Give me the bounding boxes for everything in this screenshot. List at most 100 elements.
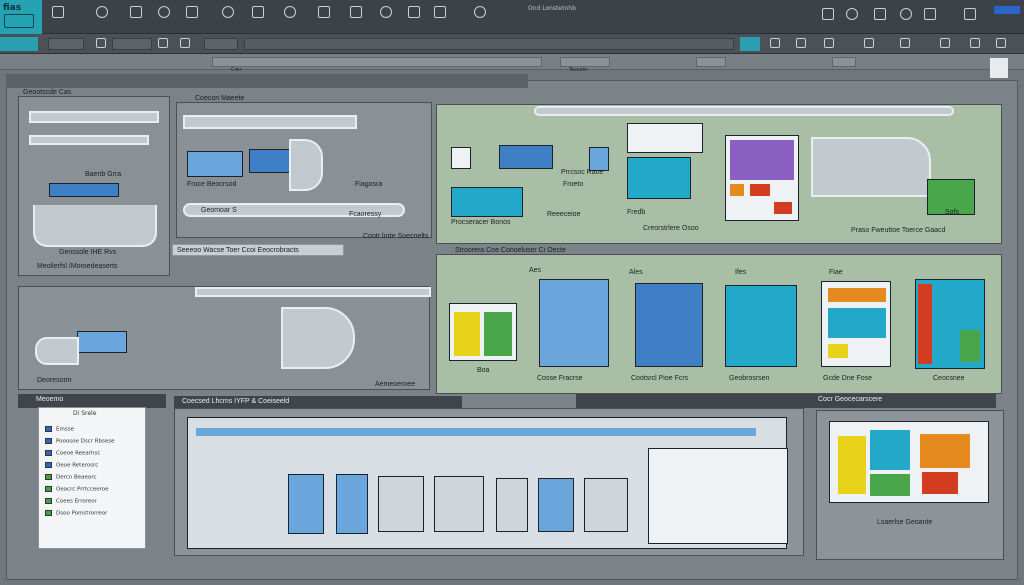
panel-floor-plan[interactable]	[174, 408, 804, 556]
panel-piping-layout[interactable]: Deoresorm Aemeoeroee	[18, 286, 431, 390]
controls-title: Stroorera Coe Conoeluser Ci Oecte	[455, 247, 566, 254]
panel-conveyor-layout[interactable]: Coecon Maeete Froce Beocrsod Fiagosra Ge…	[176, 95, 432, 240]
controls-label-c: Ifes	[735, 269, 747, 276]
print-icon[interactable]	[874, 8, 886, 20]
plan-room-7	[584, 478, 628, 532]
conveyor-pipe-top	[183, 115, 357, 129]
controls-bottom-3: Cootsrcl Pioe Fcrs	[631, 375, 689, 382]
proc-label-6: Fredb	[627, 209, 646, 216]
drawing-cursor-tab[interactable]	[990, 58, 1008, 78]
proc-monitor	[589, 147, 609, 171]
ctrl-cabinet-6	[915, 279, 985, 369]
share-icon[interactable]	[900, 8, 912, 20]
panel-gas-layout[interactable]: Geootscde Cas Baenb Grra Genssole IHE Rv…	[18, 89, 170, 276]
zoom-icon[interactable]	[474, 6, 486, 18]
overhead-pipe	[534, 106, 954, 116]
legend-swatch	[45, 474, 52, 480]
legend-item[interactable]: Dercn Beaeorc	[45, 474, 96, 482]
redo-icon[interactable]	[186, 6, 198, 18]
measure-icon[interactable]	[284, 6, 296, 18]
scale-icon[interactable]	[864, 38, 874, 48]
controls-bottom-1: Boa	[477, 367, 490, 374]
proc-label-3: Froeto	[563, 181, 584, 188]
proc-panel-purple	[725, 135, 799, 221]
legend-item[interactable]: Oeacrc Prrtcceeroe	[45, 486, 109, 494]
view-icon[interactable]	[822, 8, 834, 20]
window-icon[interactable]	[964, 8, 976, 20]
legend-swatch	[45, 462, 52, 468]
legend-item[interactable]: Emsse	[45, 426, 74, 434]
plan-building	[187, 417, 788, 549]
open-icon[interactable]	[96, 6, 108, 18]
draw-icon[interactable]	[318, 6, 330, 18]
undo-icon[interactable]	[158, 6, 170, 18]
pipe-icon[interactable]	[350, 6, 362, 18]
ribbon-toolbar	[0, 34, 1024, 54]
save-icon[interactable]	[130, 6, 142, 18]
grid-icon[interactable]	[252, 6, 264, 18]
ribbon-field-4[interactable]	[244, 38, 734, 50]
ctrl-cabinet-4	[725, 285, 797, 367]
piping-label-1: Deoresorm	[37, 377, 72, 384]
plan-room-8	[648, 448, 788, 544]
legend-item[interactable]: Coeoe Reearhsc	[45, 450, 100, 458]
account-badge[interactable]	[994, 6, 1020, 14]
document-tab-label[interactable]: Ond Lonstetnhb	[528, 5, 576, 12]
settings-icon[interactable]	[846, 8, 858, 20]
controls-bottom-5: Gcde Dne Fose	[823, 375, 873, 382]
conveyor-label-1: Froce Beocrsod	[187, 181, 237, 188]
controls-label-d: Fiae	[829, 269, 843, 276]
canvas-header-strip	[6, 74, 528, 88]
export-icon[interactable]	[924, 8, 936, 20]
legend-item[interactable]: Pooosoe Dscr Rbsese	[45, 438, 115, 446]
legend-item[interactable]: Dsoo Pomstrorreor	[45, 510, 107, 518]
proc-blue-tank	[499, 145, 553, 169]
ribbon-field-1[interactable]	[48, 38, 84, 50]
legend-item[interactable]: Oeoe Reterosrc	[45, 462, 98, 470]
duct-icon[interactable]	[408, 6, 420, 18]
valve-icon[interactable]	[380, 6, 392, 18]
proc-label-2: Procseracer Bonos	[451, 219, 511, 226]
panel-zone-map[interactable]: Lsaerlse Geoante	[816, 410, 1004, 560]
red-block	[750, 184, 770, 196]
legend-label: Oeacrc Prrtcceeroe	[56, 486, 109, 493]
cut-icon[interactable]	[96, 38, 106, 48]
orange-row	[828, 288, 886, 302]
paste-icon[interactable]	[180, 38, 190, 48]
legend-item[interactable]: Coees Erroreor	[45, 498, 97, 506]
ribbon-active-tab[interactable]	[0, 37, 38, 51]
legend-title: Meoemo	[36, 396, 64, 403]
conveyor-unit-right	[249, 149, 291, 173]
search-field[interactable]: Tecsaln	[560, 57, 610, 73]
cad-application-window: fias Ond Lonstetnhb Crer Tecsaln Geootsc…	[0, 0, 1024, 585]
summary-title: Cocr Geocecarscere	[818, 396, 883, 403]
trim-icon[interactable]	[940, 38, 950, 48]
option-field[interactable]	[832, 57, 856, 67]
conveyor-caption-bar: Seeeoo Wacse Toer Ccoi Eeocrobracts	[172, 244, 344, 256]
extend-icon[interactable]	[996, 38, 1006, 48]
address-field[interactable]: Crer	[212, 57, 542, 73]
panel-controls-layout[interactable]: Stroorera Coe Conoeluser Ci Oecte Aes Al…	[436, 247, 1002, 394]
app-logo-tile[interactable]: fias	[0, 0, 42, 34]
layer-icon[interactable]	[222, 6, 234, 18]
array-icon[interactable]	[900, 38, 910, 48]
new-file-icon[interactable]	[52, 6, 64, 18]
legend-label: Pooosoe Dscr Rbsese	[56, 438, 115, 445]
pencil-icon[interactable]	[970, 38, 980, 48]
search-text: Tecsaln	[569, 67, 588, 73]
panel-process-layout[interactable]: Prrcsoc Raoe Froeto Procseracer Bonos Re…	[436, 104, 1002, 244]
main-toolbar: fias Ond Lonstetnhb	[0, 0, 1024, 34]
copy-icon[interactable]	[158, 38, 168, 48]
legend-panel[interactable]: Di Srele Emsse Pooosoe Dscr Rbsese Coeoe R…	[38, 407, 146, 549]
align-icon[interactable]	[770, 38, 780, 48]
fitting-icon[interactable]	[434, 6, 446, 18]
rotate-icon[interactable]	[796, 38, 806, 48]
proc-label-7: Praso Fweuttoe Toerce Gaacd	[851, 227, 946, 234]
filter-field[interactable]	[696, 57, 726, 67]
conveyor-label-2: Geomoar S	[201, 207, 237, 214]
mirror-icon[interactable]	[824, 38, 834, 48]
address-bar: Crer Tecsaln	[0, 54, 1024, 73]
ribbon-field-3[interactable]	[204, 38, 238, 50]
ribbon-field-2[interactable]	[112, 38, 152, 50]
ribbon-teal-button[interactable]	[740, 37, 760, 51]
